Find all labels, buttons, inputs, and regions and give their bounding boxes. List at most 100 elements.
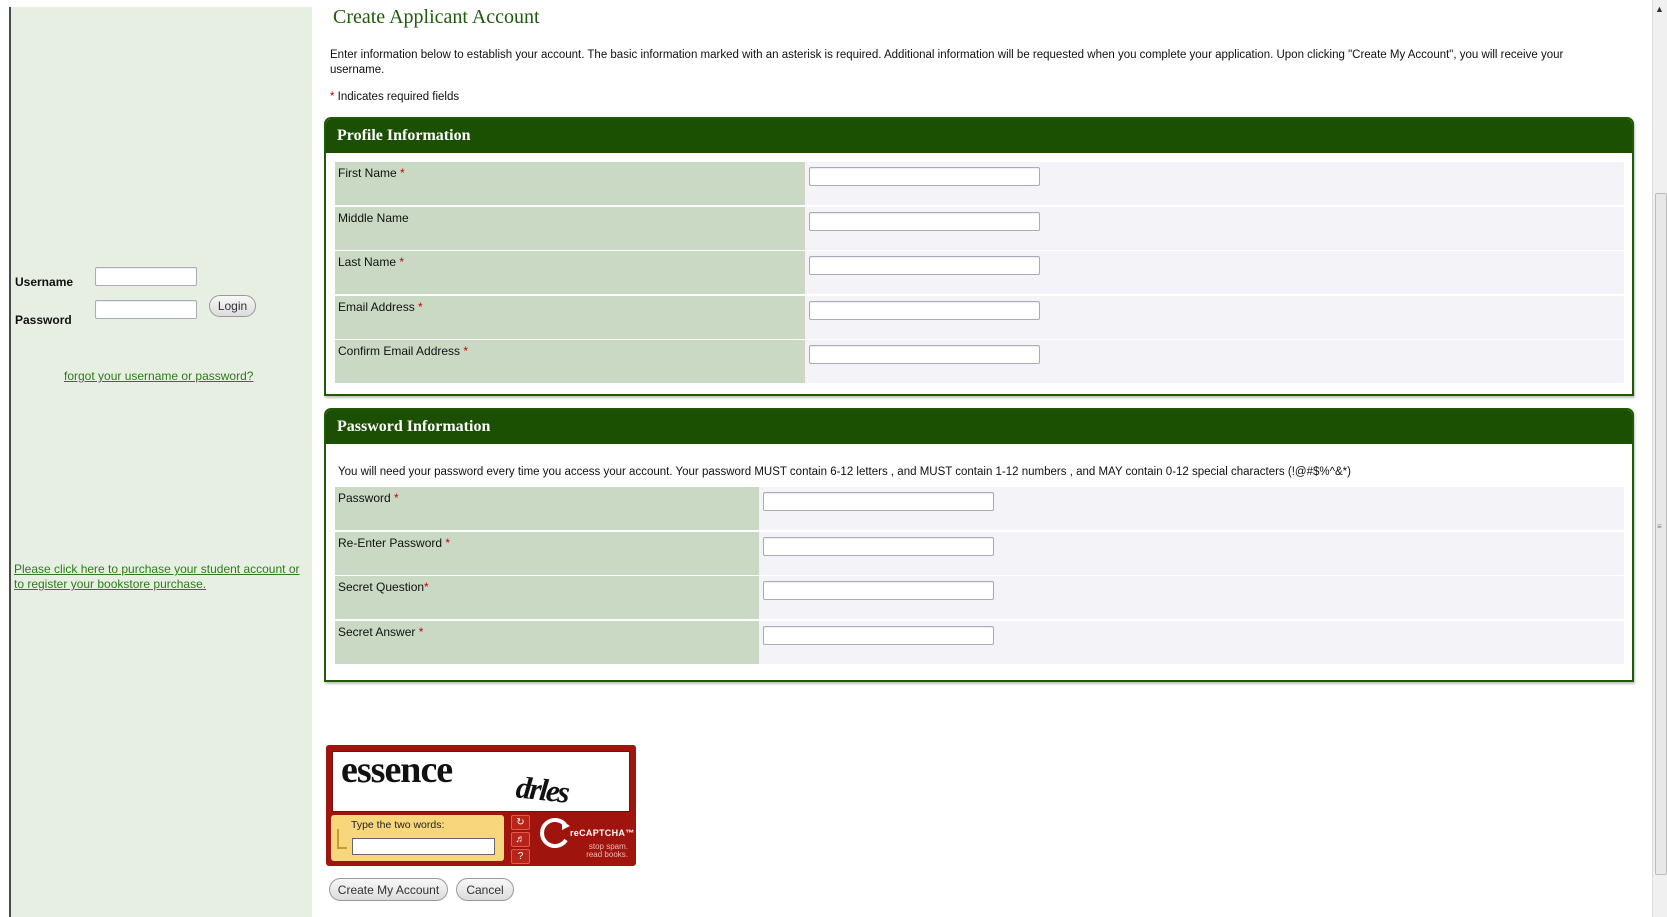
form-row: Email Address * (335, 295, 1624, 340)
captcha-icon-group: ↻ ♬ ? (511, 815, 530, 866)
scrollbar-thumb[interactable] (1655, 193, 1667, 875)
profile-panel: Profile Information First Name * Middle N… (324, 117, 1634, 396)
recaptcha-slogan: stop spam. read books. (578, 843, 628, 859)
field-input-cell (759, 576, 1624, 619)
field-label-text: Confirm Email Address (338, 344, 461, 358)
form-row: Secret Question* (335, 576, 1624, 620)
secret-question-input[interactable] (763, 581, 994, 600)
captcha-prompt: Type the two words: (351, 819, 445, 831)
field-label: Secret Answer * (338, 625, 423, 639)
recaptcha-brand: reCAPTCHA™ (570, 828, 635, 838)
confirm-email-address-input[interactable] (809, 345, 1040, 364)
field-input-cell (759, 620, 1624, 664)
field-input-cell (759, 487, 1624, 530)
field-label-text: Middle Name (338, 210, 409, 225)
login-button[interactable]: Login (209, 295, 256, 317)
field-label-text: Last Name (338, 255, 397, 269)
field-label-text: Password (338, 491, 391, 505)
grip-icon: ≡ (1657, 522, 1662, 531)
required-star: * (445, 535, 451, 550)
scroll-up-icon[interactable]: ▲ (1655, 4, 1664, 14)
vertical-scrollbar[interactable]: ▲ ≡ (1652, 0, 1667, 917)
field-label: Secret Question* (338, 580, 429, 594)
field-label: Re-Enter Password * (338, 536, 450, 550)
required-star: * (400, 166, 405, 180)
password-panel-header: Password Information (326, 410, 1632, 444)
captcha-input[interactable] (352, 838, 495, 855)
required-note-text: Indicates required fields (334, 91, 460, 103)
password-label: Password (15, 313, 72, 327)
purchase-link-line2[interactable]: to register your bookstore purchase. (14, 577, 314, 592)
username-label: Username (15, 275, 74, 289)
field-input-cell (805, 340, 1624, 383)
field-label-cell: Middle Name (335, 206, 805, 250)
field-label-text: Re-Enter Password (338, 535, 443, 550)
field-label: Password * (338, 491, 399, 505)
captcha-word-1: essence (341, 751, 453, 791)
refresh-icon[interactable]: ↻ (511, 815, 530, 830)
field-label-cell: Secret Question* (335, 576, 759, 619)
slogan-line-2: read books. (586, 850, 628, 859)
password-panel: Password Information You will need your … (324, 408, 1634, 682)
required-star: * (399, 255, 405, 269)
last-name-input[interactable] (809, 256, 1040, 275)
create-account-button[interactable]: Create My Account (329, 878, 448, 901)
field-label: Last Name * (338, 255, 404, 269)
re-enter-password-input[interactable] (763, 536, 994, 556)
first-name-input[interactable] (809, 167, 1040, 186)
form-row: Last Name * (335, 251, 1624, 295)
password-input[interactable] (95, 300, 197, 319)
form-row: First Name * (335, 162, 1624, 206)
field-label-cell: Secret Answer * (335, 620, 759, 664)
cancel-button[interactable]: Cancel (456, 878, 514, 901)
form-row: Password * (335, 487, 1624, 531)
field-label-text: Email Address (338, 299, 415, 314)
field-label-cell: First Name * (335, 162, 805, 205)
middle-name-input[interactable] (809, 211, 1040, 231)
required-note: * Indicates required fields (330, 91, 459, 103)
recaptcha-logo-icon (540, 818, 570, 848)
password-input[interactable] (763, 492, 994, 511)
field-label-cell: Email Address * (335, 295, 805, 339)
secret-answer-input[interactable] (763, 625, 994, 645)
purchase-link-line1[interactable]: Please click here to purchase your stude… (14, 562, 314, 577)
field-label-cell: Password * (335, 487, 759, 530)
captcha-word-2: drles (514, 769, 570, 810)
purchase-account-link[interactable]: Please click here to purchase your stude… (14, 562, 314, 592)
field-input-cell (805, 251, 1624, 294)
field-label: Email Address * (338, 300, 423, 314)
sidebar: Username Password Login forgot your user… (11, 7, 312, 917)
required-star: * (463, 344, 469, 358)
recaptcha-widget: essence drles Type the two words: ↻ ♬ ? … (326, 745, 636, 866)
audio-icon[interactable]: ♬ (511, 832, 530, 847)
username-input[interactable] (95, 267, 197, 286)
page-title: Create Applicant Account (333, 6, 540, 28)
intro-text: Enter information below to establish you… (330, 49, 1564, 76)
required-star: * (424, 580, 429, 594)
field-input-cell (759, 531, 1624, 575)
field-label: First Name * (338, 166, 405, 180)
field-label-cell: Re-Enter Password * (335, 531, 759, 575)
form-row: Secret Answer * (335, 620, 1624, 665)
form-row: Confirm Email Address * (335, 340, 1624, 384)
form-row: Middle Name (335, 206, 1624, 251)
field-label-text: Secret Question (338, 580, 425, 594)
arrow-icon (337, 829, 347, 849)
help-icon[interactable]: ? (511, 849, 530, 864)
field-input-cell (805, 162, 1624, 205)
field-label-cell: Confirm Email Address * (335, 340, 805, 383)
captcha-answer-panel: Type the two words: (331, 815, 504, 861)
field-label-cell: Last Name * (335, 251, 805, 294)
password-requirements-note: You will need your password every time y… (338, 466, 1351, 478)
field-input-cell (805, 295, 1624, 339)
forgot-password-link[interactable]: forgot your username or password? (64, 369, 253, 384)
captcha-image: essence drles (332, 751, 630, 812)
field-label: Middle Name (338, 211, 409, 225)
required-star: * (418, 299, 423, 314)
field-input-cell (805, 206, 1624, 250)
email-address-input[interactable] (809, 300, 1040, 320)
field-label: Confirm Email Address * (338, 344, 468, 358)
field-label-text: Secret Answer (338, 624, 416, 639)
required-star: * (394, 491, 399, 505)
required-star: * (418, 624, 424, 639)
